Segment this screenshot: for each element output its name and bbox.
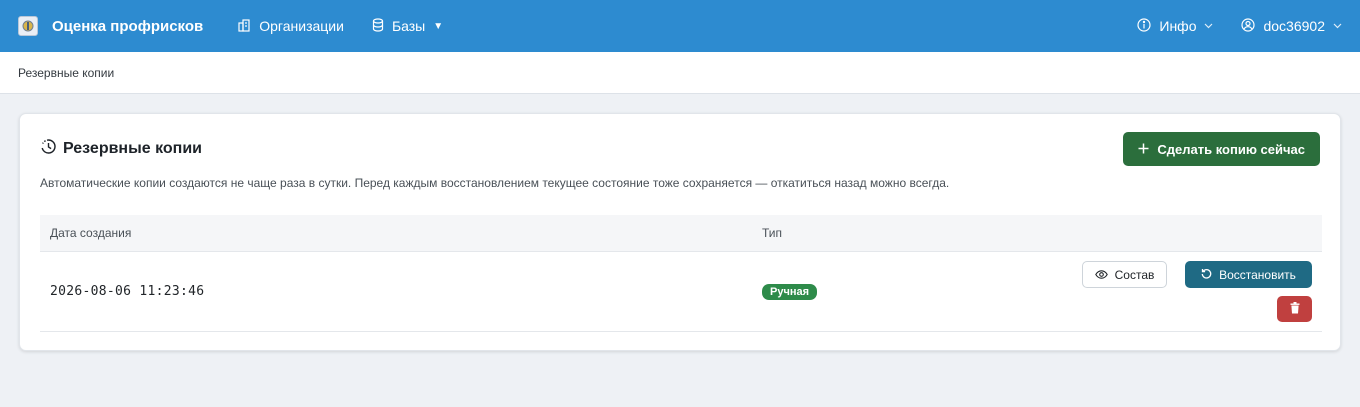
header-date: Дата создания	[50, 226, 132, 240]
page-title-text: Резервные копии	[63, 140, 202, 157]
nav-databases-dropdown[interactable]: Базы ▼	[372, 17, 444, 35]
user-circle-icon	[1241, 17, 1256, 35]
nav-info-label: Инфо	[1159, 18, 1197, 34]
trash-icon	[1290, 301, 1300, 317]
backups-table: Дата создания Тип 2026-08-06 11:23:46 Ру…	[40, 215, 1322, 332]
view-contents-button[interactable]: Состав	[1082, 261, 1167, 288]
card-description: Автоматические копии создаются не чаще р…	[40, 176, 950, 190]
caret-down-icon: ▼	[433, 20, 444, 32]
nav-databases-label: Базы	[391, 18, 426, 34]
breadcrumb-current: Резервные копии	[18, 65, 115, 80]
brand[interactable]: Оценка профрисков	[18, 16, 203, 36]
info-icon	[1137, 17, 1151, 35]
app-logo-icon	[18, 16, 38, 36]
nav-info-dropdown[interactable]: Инфо	[1137, 17, 1213, 35]
chevron-down-icon	[1333, 21, 1342, 32]
view-contents-label: Состав	[1114, 267, 1155, 282]
table-row: 2026-08-06 11:23:46 Ручная Состав Восста…	[40, 252, 1322, 332]
nav-organizations-label: Организации	[259, 18, 344, 34]
breadcrumb: Резервные копии	[0, 52, 1360, 94]
delete-button[interactable]	[1277, 296, 1312, 322]
create-backup-label: Сделать копию сейчас	[1157, 141, 1305, 157]
eye-icon	[1094, 268, 1108, 282]
restore-icon	[1201, 268, 1212, 282]
backups-card: Резервные копии Сделать копию сейчас Авт…	[19, 113, 1341, 351]
nav-user-label: doc36902	[1263, 18, 1325, 34]
plus-icon	[1138, 142, 1149, 157]
header-type: Тип	[762, 226, 783, 240]
top-navbar: Оценка профрисков Организации Базы ▼ Инф…	[0, 0, 1360, 52]
brand-title: Оценка профрисков	[52, 17, 204, 35]
table-header: Дата создания Тип	[40, 215, 1322, 252]
nav-organizations[interactable]: Организации	[237, 18, 344, 35]
type-badge: Ручная	[762, 284, 818, 300]
row-date: 2026-08-06 11:23:46	[50, 284, 205, 299]
chevron-down-icon	[1204, 21, 1213, 32]
database-icon	[372, 17, 384, 35]
nav-user-dropdown[interactable]: doc36902	[1241, 17, 1342, 35]
create-backup-button[interactable]: Сделать копию сейчас	[1123, 132, 1320, 166]
restore-button[interactable]: Восстановить	[1185, 261, 1312, 288]
page-title: Резервные копии	[40, 138, 202, 160]
clock-history-icon	[40, 138, 57, 160]
building-icon	[237, 18, 251, 35]
restore-label: Восстановить	[1219, 267, 1296, 282]
